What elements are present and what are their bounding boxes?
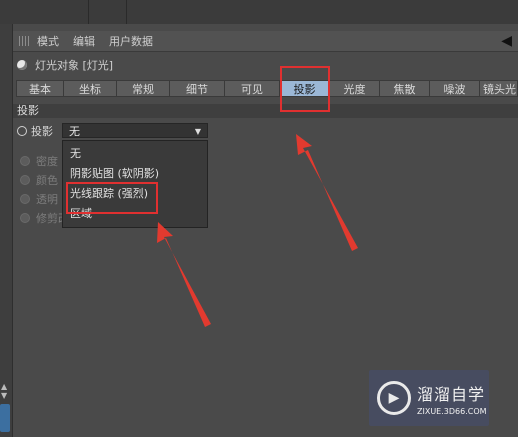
play-logo-icon: ▶: [377, 381, 411, 415]
arrow-to-option-icon: [157, 222, 211, 327]
watermark-url: ZIXUE.3D66.COM: [417, 406, 487, 416]
watermark-title: 溜溜自学: [417, 384, 486, 404]
arrow-to-tab-icon: [296, 134, 358, 251]
watermark: ▶ 溜溜自学 ZIXUE.3D66.COM: [369, 370, 489, 426]
